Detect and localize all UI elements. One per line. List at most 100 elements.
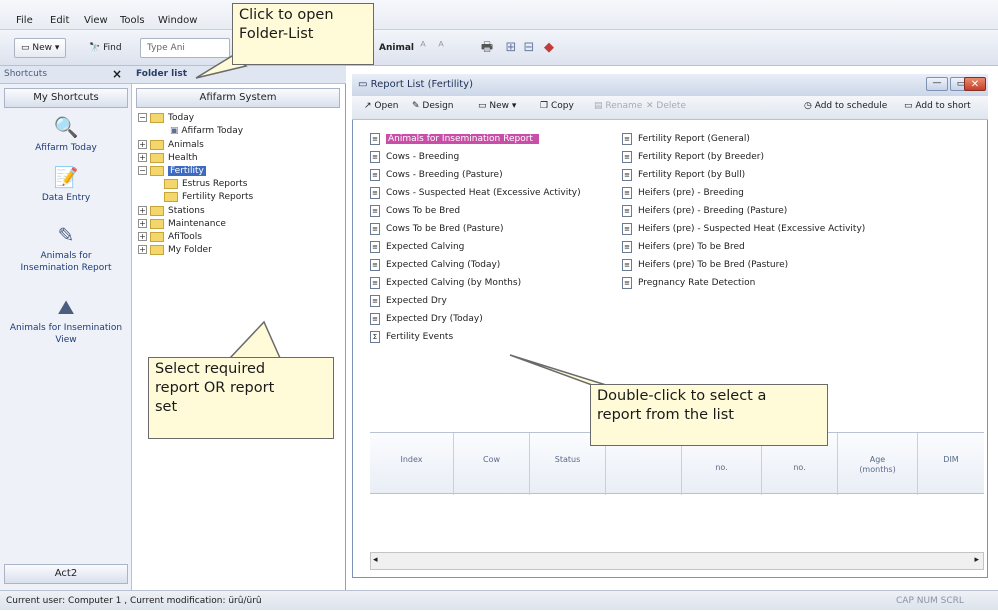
report-label: Cows - Breeding (Pasture) <box>386 170 503 180</box>
print-icon[interactable]: 🖶 <box>478 39 496 57</box>
shortcut-data-entry[interactable]: 📝 Data Entry <box>0 164 132 204</box>
menu-edit[interactable]: Edit <box>50 15 69 26</box>
report-item[interactable]: ≡ Animals for Insemination Report <box>370 132 539 146</box>
report-item[interactable]: ≡ Expected Dry <box>370 294 447 308</box>
add-to-shortcut-button[interactable]: ▭ Add to short <box>904 101 971 111</box>
minimize-icon[interactable]: — <box>926 77 948 91</box>
report-item[interactable]: ≡ Cows - Breeding (Pasture) <box>370 168 503 182</box>
tree-item-maintenance[interactable]: + Maintenance <box>138 218 226 231</box>
copy-button[interactable]: ❐ Copy <box>540 101 574 111</box>
report-item[interactable]: ≡ Fertility Report (by Bull) <box>622 168 745 182</box>
report-item[interactable]: ≡ Expected Dry (Today) <box>370 312 483 326</box>
shortcut-afifarm-today[interactable]: 🔍 Afifarm Today <box>0 114 132 154</box>
report-label: Heifers (pre) - Breeding <box>638 188 744 198</box>
report-label: Fertility Events <box>386 332 454 342</box>
report-list: ≡ Animals for Insemination Report ≡ Cows -… <box>368 128 984 426</box>
menu-file[interactable]: File <box>16 15 33 26</box>
tree-label: Estrus Reports <box>182 179 248 189</box>
tree-label: AfiTools <box>168 232 202 242</box>
report-label: Cows - Breeding <box>386 152 460 162</box>
rename-button[interactable]: ▤ Rename <box>594 101 642 111</box>
report-node-icon: ▣ <box>170 126 182 136</box>
my-shortcuts-button[interactable]: My Shortcuts <box>4 88 128 108</box>
animal-search-input[interactable]: Type Ani <box>140 38 230 58</box>
grid-icon[interactable]: ⊞ <box>502 39 520 57</box>
new-report-button[interactable]: ▭ New ▾ <box>478 101 516 111</box>
report-item[interactable]: ≡ Cows - Breeding <box>370 150 459 164</box>
open-icon: ↗ <box>364 101 375 111</box>
report-item[interactable]: ≡ Cows To be Bred <box>370 204 460 218</box>
column-header-age[interactable]: Age (months) <box>838 433 918 495</box>
collapse-icon[interactable]: − <box>138 166 147 175</box>
scroll-left-icon[interactable]: ◂ <box>373 555 378 565</box>
shortcut-insemination-report[interactable]: ✎ Animals for Insemination Report <box>0 222 132 274</box>
tree-item-health[interactable]: + Health <box>138 152 198 165</box>
tree-item-stations[interactable]: + Stations <box>138 205 205 218</box>
folder-icon <box>150 205 164 216</box>
tree-item-afifarm-today[interactable]: ▣ Afifarm Today <box>170 125 243 138</box>
report-item[interactable]: ≡ Heifers (pre) To be Bred <box>622 240 745 254</box>
report-item[interactable]: ≡ Cows To be Bred (Pasture) <box>370 222 503 236</box>
tree-item-animals[interactable]: + Animals <box>138 139 204 152</box>
tree-item-fertility-reports[interactable]: Fertility Reports <box>164 191 253 204</box>
tree-item-today[interactable]: − Today <box>138 112 194 125</box>
report-icon: ≡ <box>622 150 632 163</box>
expand-icon[interactable]: + <box>138 245 147 254</box>
report-set-item[interactable]: Σ Fertility Events <box>370 330 453 344</box>
report-item[interactable]: ≡ Pregnancy Rate Detection <box>622 276 755 290</box>
design-button[interactable]: ✎ Design <box>412 101 453 111</box>
report-item[interactable]: ≡ Cows - Suspected Heat (Excessive Activi… <box>370 186 581 200</box>
tree-label: Stations <box>168 206 205 216</box>
open-button[interactable]: ↗ Open <box>364 101 398 111</box>
expand-icon[interactable]: + <box>138 219 147 228</box>
expand-icon[interactable]: + <box>138 206 147 215</box>
report-item[interactable]: ≡ Fertility Report (General) <box>622 132 750 146</box>
tree-item-fertility[interactable]: − Fertility <box>138 165 206 178</box>
new-button[interactable]: ▭ New ▾ <box>14 38 67 58</box>
report-item[interactable]: ≡ Expected Calving (Today) <box>370 258 500 272</box>
act2-button[interactable]: Act2 <box>4 564 128 584</box>
report-item[interactable]: ≡ Expected Calving <box>370 240 464 254</box>
zoom-in-icon[interactable]: ᴬ <box>432 39 450 57</box>
new-icon: ▭ <box>21 43 30 53</box>
report-item[interactable]: ≡ Heifers (pre) To be Bred (Pasture) <box>622 258 788 272</box>
add-to-schedule-button[interactable]: ◷ Add to schedule <box>804 101 887 111</box>
report-icon: ≡ <box>370 276 380 289</box>
report-set-icon: Σ <box>370 330 380 343</box>
folder-icon <box>150 244 164 255</box>
expand-icon[interactable]: + <box>138 153 147 162</box>
folder-list-title: Folder list <box>136 69 187 79</box>
delete-button[interactable]: ✕ Delete <box>646 101 686 111</box>
scroll-right-icon[interactable]: ▸ <box>974 555 979 565</box>
column-header-cow[interactable]: Cow <box>454 433 530 495</box>
menu-view[interactable]: View <box>84 15 108 26</box>
report-item[interactable]: ≡ Expected Calving (by Months) <box>370 276 521 290</box>
callout-line: Folder-List <box>239 26 314 42</box>
report-item[interactable]: ≡ Heifers (pre) - Breeding (Pasture) <box>622 204 787 218</box>
eraser-icon[interactable]: ◆ <box>540 39 558 57</box>
collapse-icon[interactable]: − <box>138 113 147 122</box>
find-button[interactable]: 🔭 Find <box>82 38 129 58</box>
report-item[interactable]: ≡ Heifers (pre) - Breeding <box>622 186 744 200</box>
tree-label: Fertility Reports <box>182 192 254 202</box>
column-header-dim[interactable]: DIM <box>918 433 984 495</box>
report-item[interactable]: ≡ Fertility Report (by Breeder) <box>622 150 764 164</box>
menu-window[interactable]: Window <box>158 15 197 26</box>
tree-item-afitools[interactable]: + AfiTools <box>138 231 202 244</box>
close-window-icon[interactable]: ✕ <box>964 77 986 91</box>
horizontal-scrollbar[interactable]: ◂ ▸ <box>370 552 984 570</box>
expand-icon[interactable]: + <box>138 232 147 241</box>
grid-edit-icon[interactable]: ⊟ <box>520 39 538 57</box>
zoom-out-icon[interactable]: ᴬ <box>414 39 432 57</box>
close-shortcuts-icon[interactable]: × <box>112 67 122 81</box>
tree-item-estrus-reports[interactable]: Estrus Reports <box>164 178 247 191</box>
report-item[interactable]: ≡ Heifers (pre) - Suspected Heat (Excessi… <box>622 222 865 236</box>
menu-tools[interactable]: Tools <box>120 15 145 26</box>
report-icon: ≡ <box>370 132 380 145</box>
tree-item-my-folder[interactable]: + My Folder <box>138 244 212 257</box>
shortcut-insemination-view[interactable]: ⛰ Animals for Insemination View <box>0 294 132 346</box>
callout-double-click: Double-click to select a report from the… <box>590 384 828 446</box>
column-header-index[interactable]: Index <box>370 433 454 495</box>
afifarm-system-button[interactable]: Afifarm System <box>136 88 340 108</box>
expand-icon[interactable]: + <box>138 140 147 149</box>
